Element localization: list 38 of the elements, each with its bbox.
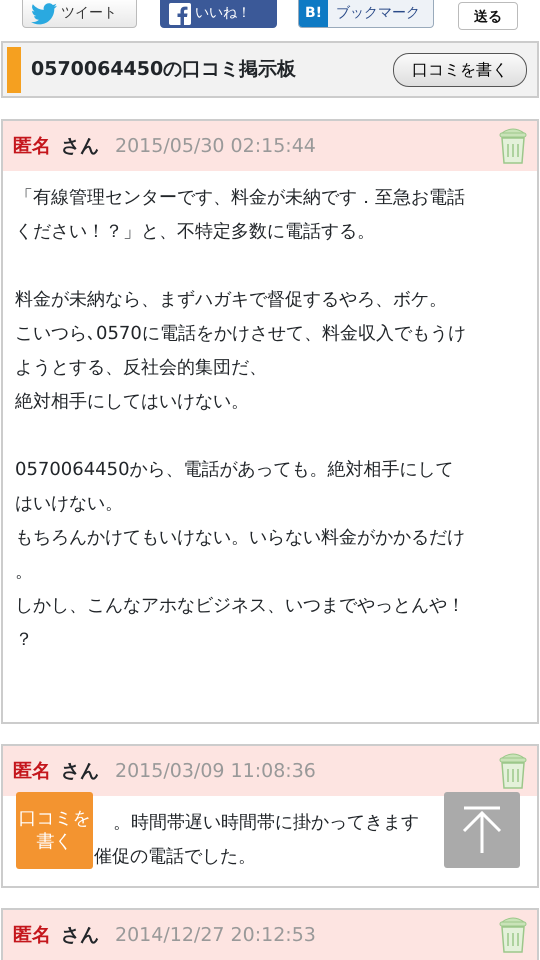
facebook-icon [169,2,191,24]
send-share-button[interactable]: 送る [458,2,518,30]
twitter-share-button[interactable]: ツイート [22,0,137,28]
write-review-button[interactable]: 口コミを書く [393,52,527,86]
post-text-line: こいつら､0570に電話をかけさせて、料金収入でもうけ [15,322,466,346]
author-suffix: さん [61,134,99,159]
post-text-line: 。時間帯遅い時間帯に掛かってきます [113,811,419,835]
post-text-line: ？ [15,628,33,652]
post-text-line: 。 [15,560,33,584]
post-text-line: もちろんかけてもいけない。いらない料金がかかるだけ [15,526,465,550]
page-title: 0570064450の口コミ掲示板 [31,57,298,82]
trash-icon[interactable] [499,127,527,165]
author-suffix: さん [61,758,99,784]
post-text-line: 0570064450から、電話があっても。絶対相手にして [15,458,454,482]
post-text-line: 催促の電話でした。 [94,845,256,869]
facebook-share-button[interactable]: いいね！ [160,0,277,28]
post-text-line: ください！？」と、不特定多数に電話する。 [15,220,375,244]
scroll-top-button[interactable] [444,792,520,868]
post-date: 2015/05/30 02:15:44 [115,134,316,159]
post-text-line: 絶対相手にしてはいけない。 [15,390,249,414]
post-text-line: ようとする、反社会的集団だ、 [15,356,267,380]
trash-icon[interactable] [499,752,527,790]
author-name: 匿名 [13,134,51,159]
post-date: 2015/03/09 11:08:36 [115,758,316,784]
author-name: 匿名 [13,922,51,948]
up-arrow-icon [460,805,504,855]
trash-icon[interactable] [499,916,527,954]
author-suffix: さん [61,922,99,948]
hatena-logo: B! [299,0,328,27]
post-date: 2014/12/27 20:12:53 [115,922,316,948]
author-name: 匿名 [13,758,51,784]
bird-icon [31,2,57,24]
hatena-share-button[interactable]: B! ブックマーク [298,0,434,28]
post-text-line: 料金が未納なら、まずハガキで督促するやろ、ボケ。 [15,288,447,312]
post-text-line: しかし、こんなアホなビジネス、いつまでやっとんや！ [15,594,465,618]
post-text-line: はいけない。 [15,492,123,516]
post-text-line: 「有線管理センターです、料金が未納です．至急お電話 [15,186,465,210]
accent-bar [7,46,21,92]
